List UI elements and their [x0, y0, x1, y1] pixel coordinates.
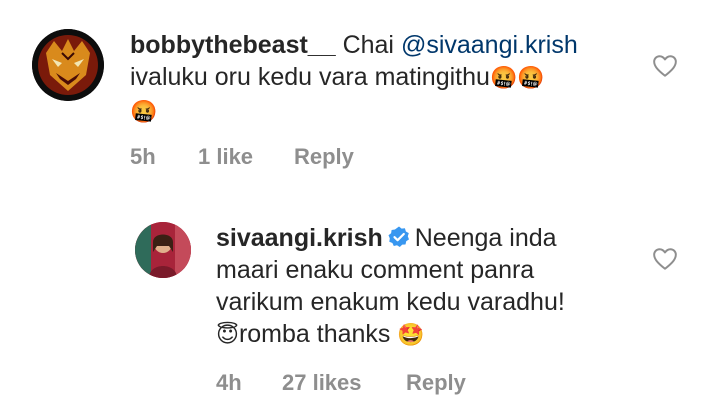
- like-count[interactable]: 1 like: [198, 144, 253, 170]
- comment-meta: 5h 1 like Reply: [130, 144, 530, 174]
- comment-text: maari enaku comment panra: [216, 256, 535, 284]
- avatar[interactable]: [135, 222, 191, 278]
- tiger-avatar-image: [32, 29, 104, 101]
- comment-item: bobbythebeast__ Chai @sivaangi.krish iva…: [0, 0, 720, 200]
- reply-button[interactable]: Reply: [294, 144, 354, 170]
- comment-username[interactable]: sivaangi.krish: [216, 224, 383, 252]
- comment-text: Neenga inda: [414, 224, 557, 252]
- comment-meta: 4h 27 likes Reply: [216, 370, 616, 400]
- angry-emoji: 🤬🤬: [489, 66, 545, 91]
- reply-button[interactable]: Reply: [406, 370, 466, 396]
- mention-link[interactable]: @sivaangi.krish: [401, 31, 578, 59]
- heart-outline-icon[interactable]: [652, 54, 678, 78]
- comment-timestamp: 4h: [216, 370, 242, 395]
- heart-outline-icon[interactable]: [652, 247, 678, 271]
- like-count[interactable]: 27 likes: [282, 370, 362, 396]
- comment-text: Chai: [342, 31, 401, 59]
- angry-emoji: 🤬: [130, 100, 158, 125]
- smiling-halo-emoji: 😇: [216, 323, 239, 348]
- comment-text: ivaluku oru kedu vara matingithu: [130, 63, 490, 91]
- comment-reply-item: sivaangi.krish Neenga inda maari enaku c…: [0, 200, 720, 409]
- comment-text: varikum enakum kedu varadhu!: [216, 288, 565, 316]
- comment-timestamp: 5h: [130, 144, 156, 169]
- verified-badge-icon: [388, 226, 409, 247]
- profile-avatar-image: [135, 222, 191, 278]
- comment-body: sivaangi.krish Neenga inda maari enaku c…: [216, 222, 646, 352]
- comment-body: bobbythebeast__ Chai @sivaangi.krish iva…: [130, 29, 650, 129]
- comment-username[interactable]: bobbythebeast__: [130, 31, 336, 59]
- star-struck-emoji: 🤩: [397, 323, 425, 348]
- avatar[interactable]: [32, 29, 104, 101]
- comment-text: romba thanks: [238, 320, 391, 348]
